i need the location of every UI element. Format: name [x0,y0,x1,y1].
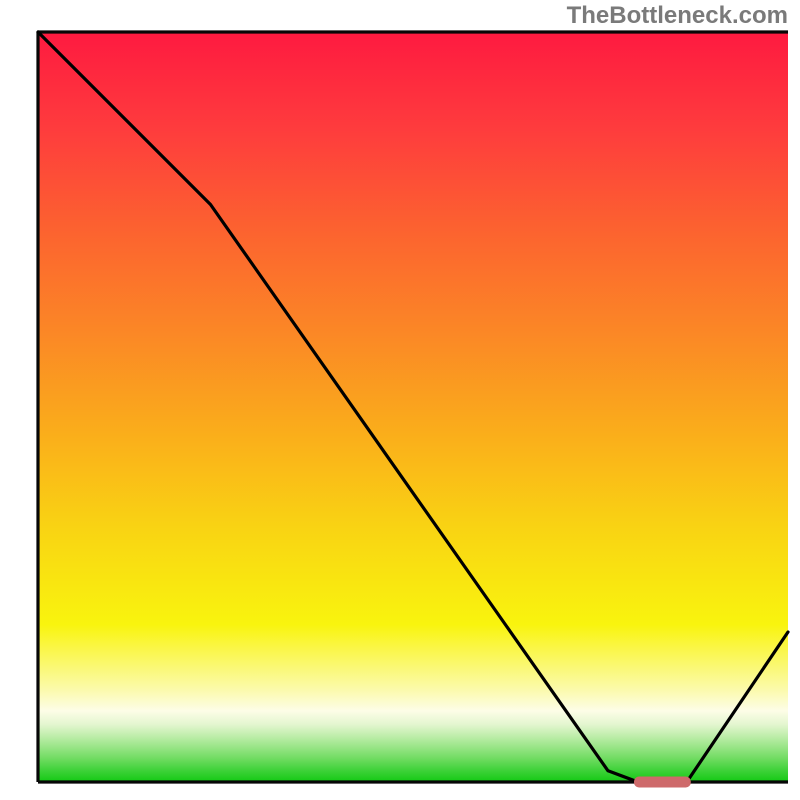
optimal-zone-marker [634,777,691,788]
watermark-text: TheBottleneck.com [567,2,788,30]
bottleneck-chart [0,0,800,800]
